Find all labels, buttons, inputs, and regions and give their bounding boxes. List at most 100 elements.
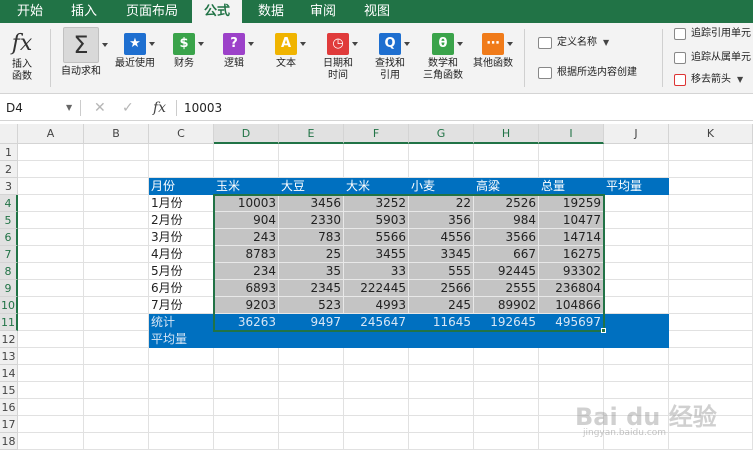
column-header[interactable]: D [214,124,279,144]
cell[interactable] [279,365,344,382]
cell[interactable] [669,212,753,229]
average-row-cell[interactable] [474,331,539,348]
cell[interactable] [344,161,409,178]
average-row-cell[interactable] [279,331,344,348]
cell[interactable] [149,348,214,365]
data-cell[interactable]: 89902 [474,297,539,314]
cell[interactable] [539,365,604,382]
data-cell[interactable]: 523 [279,297,344,314]
average-cell[interactable] [604,280,669,297]
column-header[interactable]: B [84,124,149,144]
data-cell[interactable]: 234 [214,263,279,280]
cell[interactable] [409,161,474,178]
cell[interactable] [279,399,344,416]
cell[interactable] [149,416,214,433]
data-cell[interactable]: 3345 [409,246,474,263]
cell[interactable] [18,433,84,450]
cell[interactable] [18,348,84,365]
data-cell[interactable]: 904 [214,212,279,229]
data-cell[interactable]: 104866 [539,297,604,314]
cell[interactable] [84,348,149,365]
cell[interactable] [84,280,149,297]
average-cell[interactable] [604,246,669,263]
cell[interactable] [474,144,539,161]
cell[interactable] [18,229,84,246]
cell[interactable] [149,161,214,178]
cell[interactable] [409,399,474,416]
cell[interactable] [84,178,149,195]
cell[interactable] [84,229,149,246]
row-header[interactable]: 6 [0,229,18,246]
data-cell[interactable]: 22 [409,195,474,212]
cell[interactable] [214,161,279,178]
cell[interactable] [474,348,539,365]
cell[interactable] [18,178,84,195]
row-header[interactable]: 17 [0,416,18,433]
data-cell[interactable]: 16275 [539,246,604,263]
cell[interactable] [149,399,214,416]
cell[interactable] [539,382,604,399]
row-header[interactable]: 13 [0,348,18,365]
cell[interactable] [669,399,753,416]
cell[interactable] [604,416,669,433]
tab-review[interactable]: 审阅 [302,0,344,23]
cell[interactable] [474,382,539,399]
cell[interactable] [18,263,84,280]
cell[interactable] [18,399,84,416]
cell[interactable] [84,416,149,433]
cell[interactable] [84,161,149,178]
cell[interactable] [214,416,279,433]
data-cell[interactable]: 2330 [279,212,344,229]
fill-handle[interactable] [601,328,606,333]
cell[interactable] [214,399,279,416]
data-cell[interactable]: 3455 [344,246,409,263]
average-cell[interactable] [604,297,669,314]
cell[interactable] [539,348,604,365]
define-name-button[interactable]: 定义名称 ▼ [538,36,609,50]
row-header[interactable]: 5 [0,212,18,229]
cell[interactable] [604,161,669,178]
total-average-cell[interactable] [604,314,669,331]
cell[interactable] [344,144,409,161]
cell[interactable] [604,399,669,416]
data-cell[interactable]: 4993 [344,297,409,314]
row-header[interactable]: 1 [0,144,18,161]
data-cell[interactable]: 5903 [344,212,409,229]
cell[interactable] [669,348,753,365]
row-header[interactable]: 3 [0,178,18,195]
row-header[interactable]: 11 [0,314,18,331]
row-header[interactable]: 8 [0,263,18,280]
average-label-cell[interactable]: 平均量 [149,331,214,348]
row-header[interactable]: 14 [0,365,18,382]
data-cell[interactable]: 4556 [409,229,474,246]
row-header[interactable]: 12 [0,331,18,348]
average-row-cell[interactable] [604,331,669,348]
month-label-cell[interactable]: 6月份 [149,280,214,297]
row-header[interactable]: 16 [0,399,18,416]
column-header[interactable]: A [18,124,84,144]
cell[interactable] [279,348,344,365]
total-cell[interactable]: 9497 [279,314,344,331]
cell[interactable] [669,178,753,195]
total-cell[interactable]: 245647 [344,314,409,331]
data-cell[interactable]: 555 [409,263,474,280]
cell[interactable] [344,433,409,450]
row-header[interactable]: 18 [0,433,18,450]
cell[interactable] [214,382,279,399]
average-row-cell[interactable] [214,331,279,348]
cell[interactable] [604,348,669,365]
cell[interactable] [18,161,84,178]
cell[interactable] [409,382,474,399]
column-header[interactable]: J [604,124,669,144]
cell[interactable] [669,382,753,399]
cell[interactable] [539,399,604,416]
cell[interactable] [474,161,539,178]
average-row-cell[interactable] [344,331,409,348]
cell[interactable] [409,144,474,161]
data-cell[interactable]: 984 [474,212,539,229]
data-cell[interactable]: 8783 [214,246,279,263]
row-header[interactable]: 4 [0,195,18,212]
column-header[interactable]: F [344,124,409,144]
cell[interactable] [18,331,84,348]
logical-button[interactable]: ? 逻辑 [214,33,254,70]
